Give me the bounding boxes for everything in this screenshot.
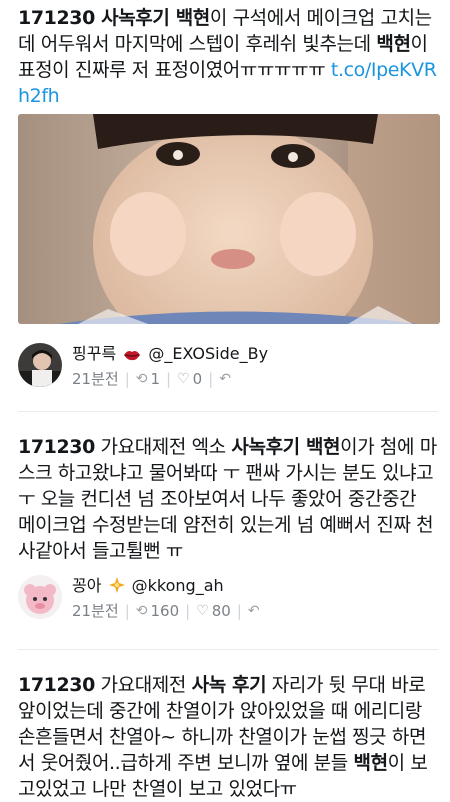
reply-icon[interactable]: ↶ — [219, 369, 231, 389]
highlighted-text: 백현 — [376, 33, 411, 55]
tweet-meta: 꽁아 @kkong_ah 21분전 | ⟲ 160 | ♡ 80 | ↶ — [18, 575, 438, 625]
highlighted-text: 사녹 후기 — [191, 674, 267, 696]
author-handle: @_EXOSide_By — [148, 344, 269, 363]
like-count: 80 — [211, 602, 231, 620]
author-display-name: 핑꾸륵 — [72, 344, 117, 363]
author-handle: @kkong_ah — [131, 576, 224, 595]
tweet-text: 171230 가요대제전 엑소 사녹후기 백현이가 첨에 마스크 하고왔냐고 물… — [18, 434, 438, 564]
tweet-meta: 핑꾸륵 @_EXOSide_By 21분전 | ⟲ 1 | ♡ 0 | ↶ — [18, 343, 438, 393]
highlighted-text: 171230 — [18, 7, 102, 29]
retweet-icon[interactable]: ⟲ — [136, 601, 148, 621]
author-line[interactable]: 꽁아 @kkong_ah — [72, 575, 224, 599]
heart-icon[interactable]: ♡ — [196, 601, 209, 621]
lips-emoji-icon — [123, 346, 141, 368]
timestamp: 21분전 — [72, 602, 119, 620]
highlighted-text: 백현 — [353, 752, 388, 774]
author-line[interactable]: 핑꾸륵 @_EXOSide_By — [72, 343, 268, 368]
tweet-2[interactable]: 171230 가요대제전 엑소 사녹후기 백현이가 첨에 마스크 하고왔냐고 물… — [0, 412, 450, 650]
heart-icon[interactable]: ♡ — [177, 369, 190, 389]
tweet-text-segment: 가요대제전 — [94, 674, 192, 696]
stats-separator: | — [185, 602, 191, 620]
reply-icon[interactable]: ↶ — [248, 601, 260, 621]
tweet-1[interactable]: 171230 사녹후기 백현이 구석에서 메이크업 고치는데 어두워서 마지막에… — [0, 0, 450, 412]
tweet-3[interactable]: 171230 가요대제전 사녹 후기 자리가 뒷 무대 바로 앞이었는데 중간에… — [0, 650, 450, 800]
tweet-text: 171230 가요대제전 사녹 후기 자리가 뒷 무대 바로 앞이었는데 중간에… — [18, 672, 438, 802]
stats-separator: | — [124, 370, 130, 388]
tweet-stats: 21분전 | ⟲ 160 | ♡ 80 | ↶ — [72, 601, 263, 621]
tweet-stats: 21분전 | ⟲ 1 | ♡ 0 | ↶ — [72, 369, 234, 389]
stats-separator: | — [236, 602, 242, 620]
stats-separator: | — [208, 370, 214, 388]
highlighted-text: 사녹후기 — [101, 7, 176, 29]
highlighted-text: 사녹후기 백현 — [231, 436, 341, 458]
retweet-icon[interactable]: ⟲ — [136, 369, 148, 389]
like-count: 0 — [192, 370, 203, 388]
highlighted-text: 171230 — [18, 436, 95, 458]
stats-separator: | — [124, 602, 130, 620]
timestamp: 21분전 — [72, 370, 119, 388]
author-display-name: 꽁아 — [72, 576, 102, 595]
tweet-text-segment: 가요대제전 엑소 — [94, 436, 232, 458]
avatar[interactable] — [18, 343, 62, 387]
face-photo — [18, 114, 440, 324]
badge-emoji-icon — [108, 577, 125, 599]
tweet-photo[interactable] — [18, 114, 440, 324]
retweet-count: 160 — [150, 602, 180, 620]
retweet-count: 1 — [150, 370, 161, 388]
tweet-text: 171230 사녹후기 백현이 구석에서 메이크업 고치는데 어두워서 마지막에… — [18, 5, 438, 109]
highlighted-text: 백현 — [175, 7, 211, 29]
highlighted-text: 171230 — [18, 674, 95, 696]
stats-separator: | — [166, 370, 172, 388]
avatar[interactable] — [18, 575, 62, 619]
